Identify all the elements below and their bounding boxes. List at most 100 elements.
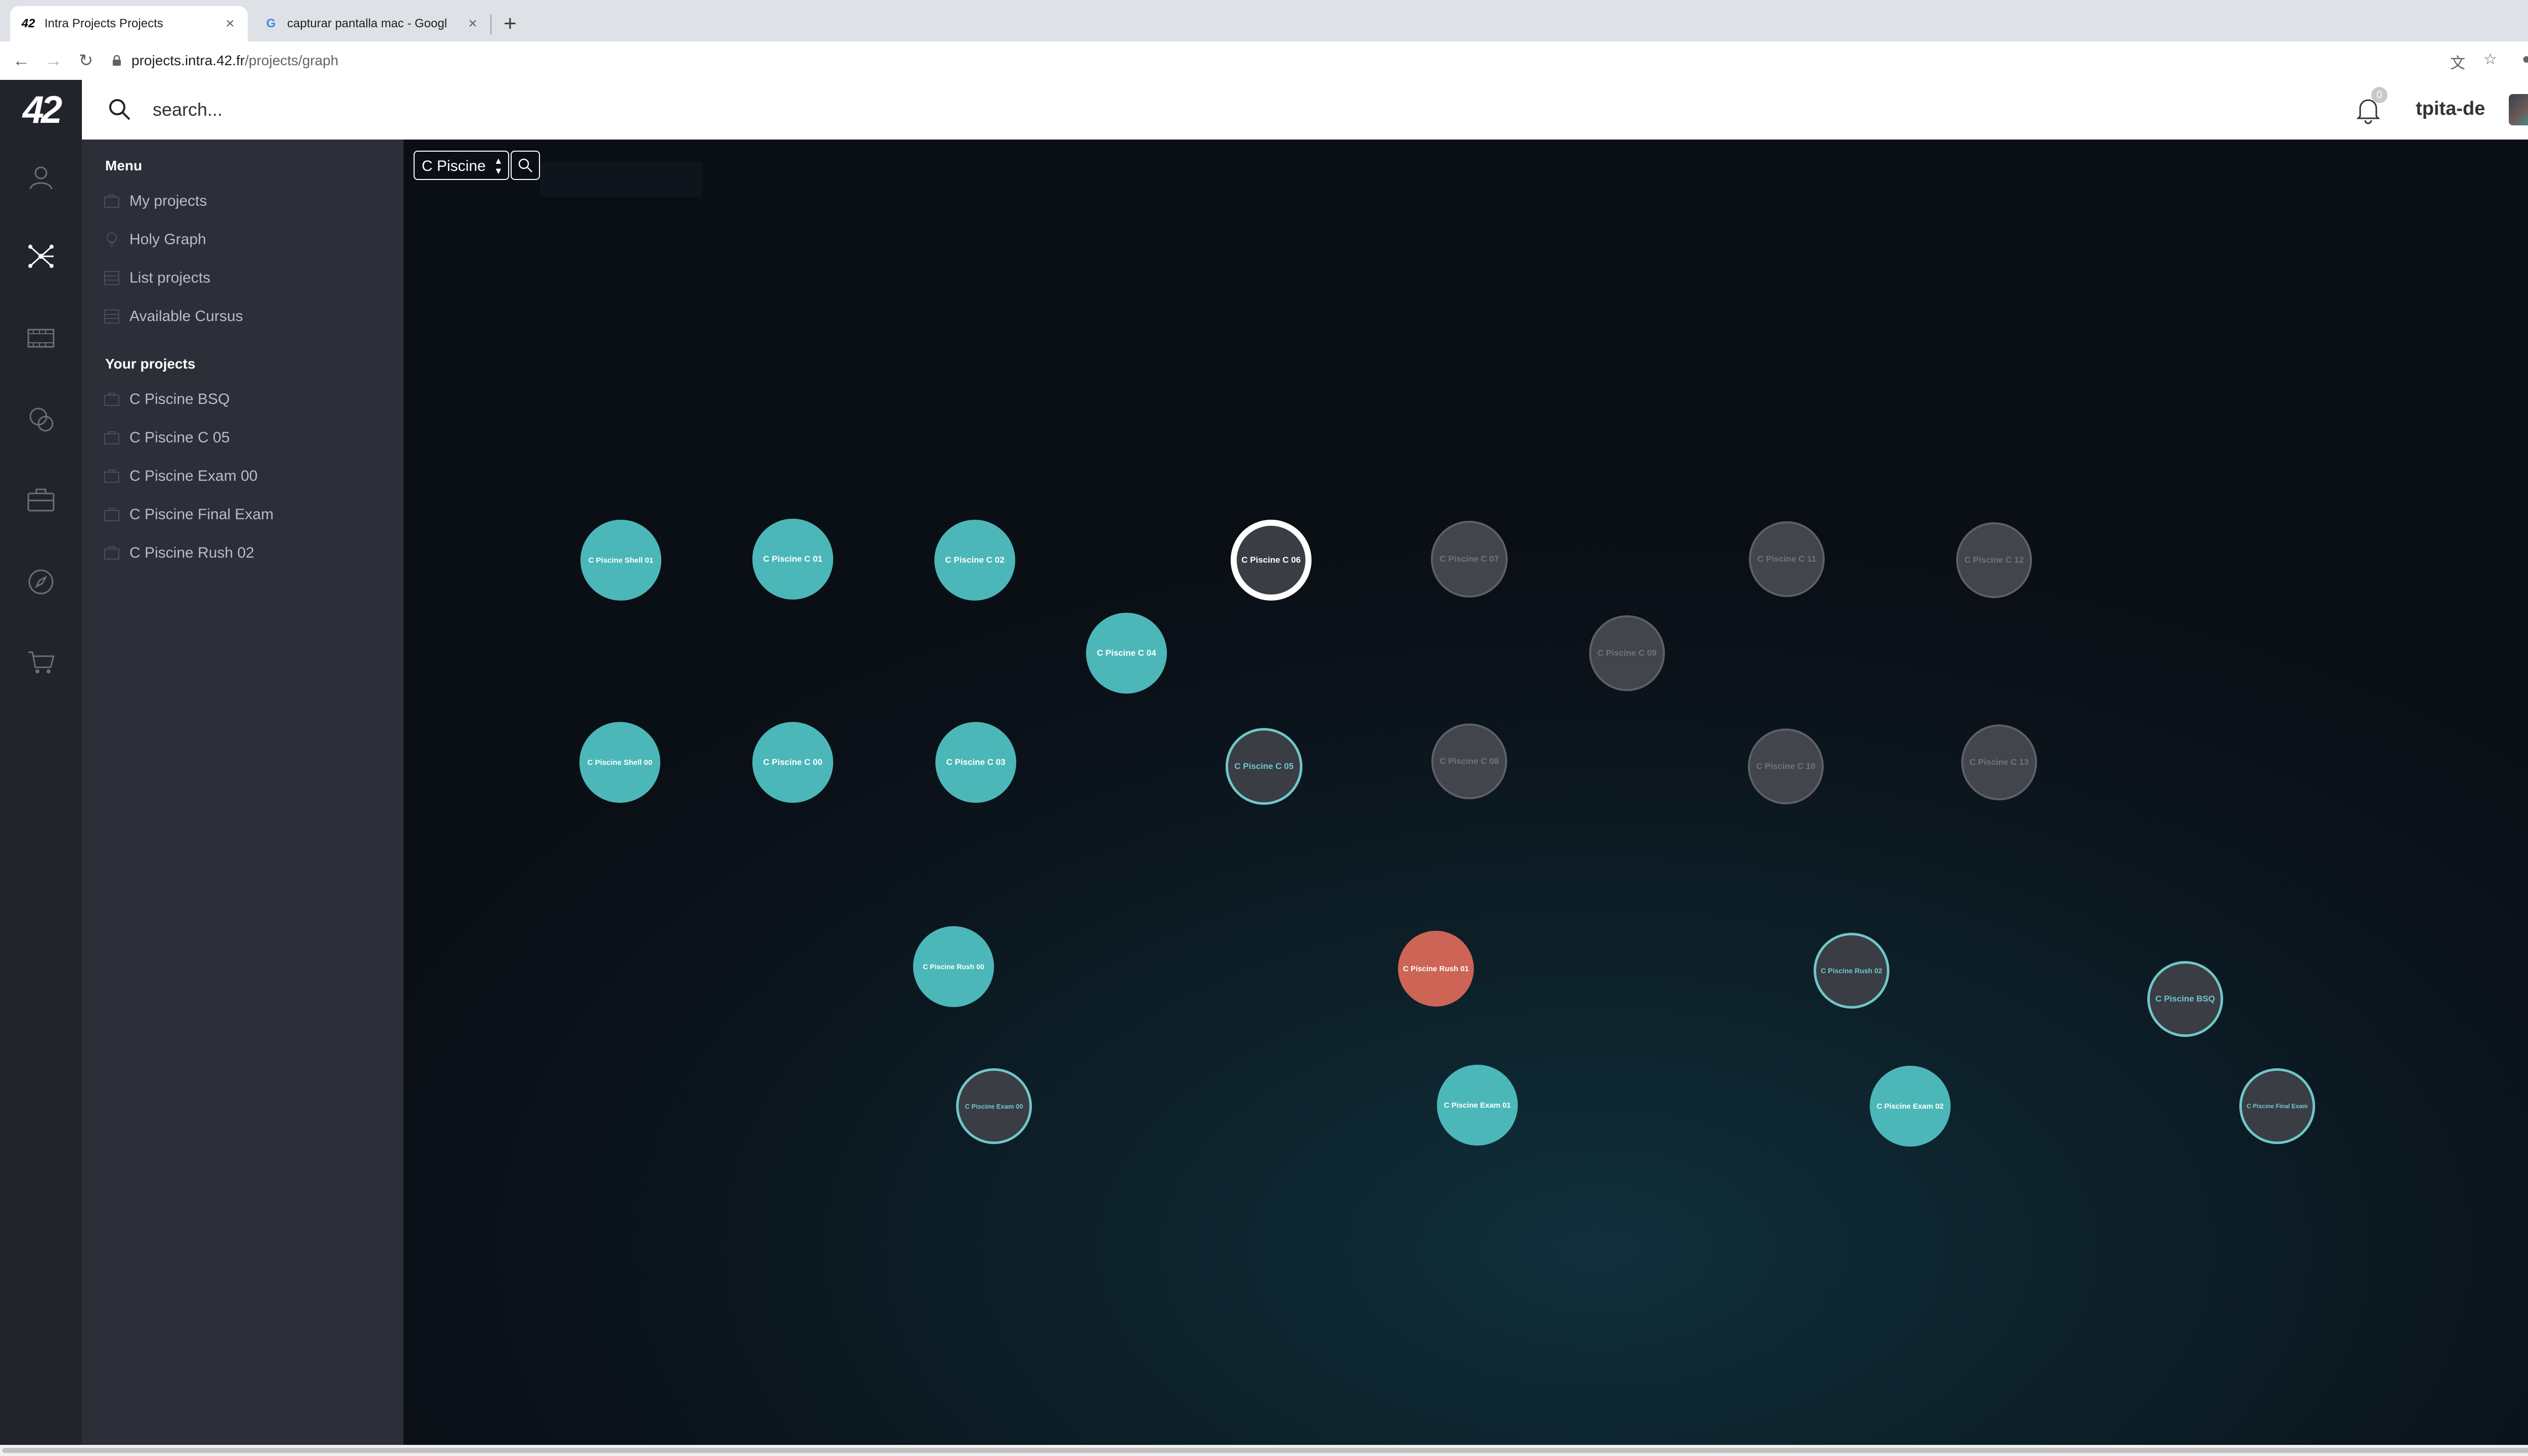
project-node-label: C Piscine C 03 <box>946 757 1006 767</box>
folder-icon <box>104 547 119 560</box>
project-node-label: C Piscine C 11 <box>1757 554 1817 564</box>
tab-google-search[interactable]: G capturar pantalla mac - Googl × <box>253 6 490 41</box>
horizontal-scrollbar[interactable] <box>0 1445 2528 1456</box>
tab-title: capturar pantalla mac - Googl <box>287 17 447 30</box>
tab-intra-projects[interactable]: 42 Intra Projects Projects × <box>10 6 248 41</box>
your-projects-heading: Your projects <box>105 356 196 372</box>
folder-icon <box>104 470 119 483</box>
notification-count-badge: 0 <box>2371 87 2387 103</box>
project-node-c-piscine-c-10[interactable]: C Piscine C 10 <box>1748 729 1824 804</box>
address-bar[interactable]: projects.intra.42.fr /projects/graph <box>111 47 2437 75</box>
project-item-rush-02[interactable]: C Piscine Rush 02 <box>103 541 254 565</box>
project-node-c-piscine-exam-00[interactable]: C Piscine Exam 00 <box>956 1068 1032 1144</box>
folder-icon <box>104 393 119 406</box>
back-button[interactable]: ← <box>10 50 32 72</box>
project-node-c-piscine-rush-01[interactable]: C Piscine Rush 01 <box>1398 931 1474 1007</box>
search-input[interactable] <box>152 95 862 124</box>
projects-side-menu: Menu My projects Holy Graph List project… <box>82 140 403 1445</box>
menu-item-available-cursus[interactable]: Available Cursus <box>103 304 243 329</box>
forward-button[interactable]: → <box>42 50 65 72</box>
graph-icon[interactable] <box>25 241 57 272</box>
project-item-label: C Piscine C 05 <box>129 429 230 446</box>
cursus-filter-select[interactable]: C Piscine ▲ ▼ <box>414 151 509 180</box>
project-node-c-piscine-c-01[interactable]: C Piscine C 01 <box>752 519 833 600</box>
project-node-c-piscine-c-11[interactable]: C Piscine C 11 <box>1749 521 1825 597</box>
scroll-thumb[interactable] <box>2 1448 2528 1453</box>
profile-icon[interactable]: ● <box>2522 51 2528 68</box>
folder-icon <box>104 508 119 521</box>
project-node-c-piscine-c-06[interactable]: C Piscine C 06 <box>1231 520 1312 601</box>
cursus-filter-value: C Piscine <box>422 158 486 174</box>
project-node-c-piscine-c-08[interactable]: C Piscine C 08 <box>1431 723 1507 799</box>
42-logo-icon: 42 <box>21 17 35 30</box>
briefcase-icon[interactable] <box>25 484 57 516</box>
project-node-label: C Piscine Exam 02 <box>1876 1102 1944 1111</box>
google-icon: G <box>266 17 276 30</box>
url-host: projects.intra.42.fr <box>131 53 245 68</box>
lock-icon <box>113 55 121 66</box>
menu-item-list-projects[interactable]: List projects <box>103 266 210 290</box>
project-node-label: C Piscine Rush 02 <box>1821 967 1882 975</box>
project-node-c-piscine-c-03[interactable]: C Piscine C 03 <box>935 722 1016 803</box>
holy-graph-canvas[interactable]: C Piscine ▲ ▼ C Piscine Shell 01 C Piscine… <box>403 140 2528 1445</box>
menu-item-label: List projects <box>129 269 211 286</box>
project-node-c-piscine-rush-02[interactable]: C Piscine Rush 02 <box>1814 933 1889 1009</box>
search-icon[interactable] <box>107 97 132 122</box>
new-tab-button[interactable]: + <box>504 11 517 36</box>
bulb-icon <box>107 233 117 246</box>
project-node-label: C Piscine C 08 <box>1439 756 1499 766</box>
project-node-c-piscine-c-09[interactable]: C Piscine C 09 <box>1589 615 1665 691</box>
project-item-final-exam[interactable]: C Piscine Final Exam <box>103 503 274 527</box>
project-node-label: C Piscine C 00 <box>763 757 823 767</box>
cart-icon[interactable] <box>25 646 57 677</box>
project-node-c-piscine-c-02[interactable]: C Piscine C 02 <box>934 520 1015 601</box>
avatar[interactable] <box>2509 94 2528 125</box>
project-item-label: C Piscine BSQ <box>129 391 230 407</box>
project-node-label: C Piscine C 01 <box>763 554 823 564</box>
reload-button[interactable]: ↻ <box>75 50 97 72</box>
translate-icon[interactable]: 文 <box>2450 51 2465 73</box>
profile-icon[interactable] <box>25 162 57 193</box>
project-node-label: C Piscine BSQ <box>2155 994 2216 1004</box>
project-node-c-piscine-shell-00[interactable]: C Piscine Shell 00 <box>579 722 660 803</box>
close-tab-icon[interactable]: × <box>465 15 480 32</box>
project-item-label: C Piscine Exam 00 <box>129 468 258 484</box>
folder-icon <box>104 195 119 208</box>
video-icon[interactable] <box>25 323 57 354</box>
project-node-c-piscine-shell-01[interactable]: C Piscine Shell 01 <box>580 520 661 601</box>
project-node-c-piscine-c-07[interactable]: C Piscine C 07 <box>1431 521 1508 598</box>
project-node-c-piscine-rush-00[interactable]: C Piscine Rush 00 <box>913 926 994 1007</box>
project-item-exam-00[interactable]: C Piscine Exam 00 <box>103 464 257 488</box>
project-node-c-piscine-bsq[interactable]: C Piscine BSQ <box>2147 961 2223 1037</box>
filter-search-button[interactable] <box>511 151 540 180</box>
project-node-label: C Piscine Shell 01 <box>588 556 654 565</box>
project-node-c-piscine-final-exam[interactable]: C Piscine Final Exam <box>2239 1068 2315 1144</box>
project-node-c-piscine-c-00[interactable]: C Piscine C 00 <box>752 722 833 803</box>
menu-item-holy-graph[interactable]: Holy Graph <box>103 228 206 252</box>
project-node-c-piscine-exam-02[interactable]: C Piscine Exam 02 <box>1870 1066 1951 1147</box>
url-path: /projects/graph <box>245 53 339 68</box>
browser-toolbar: ← → ↻ projects.intra.42.fr /projects/gra… <box>0 41 2528 81</box>
username[interactable]: tpita-de <box>2416 98 2485 120</box>
42-logo[interactable]: 42 <box>14 90 68 130</box>
project-node-c-piscine-c-04[interactable]: C Piscine C 04 <box>1086 613 1167 694</box>
project-item-label: C Piscine Final Exam <box>129 506 274 523</box>
menu-item-my-projects[interactable]: My projects <box>103 189 207 213</box>
compass-icon[interactable] <box>25 566 57 598</box>
intra-app: 42 0 tpita-de <box>0 80 2528 1445</box>
project-node-c-piscine-c-13[interactable]: C Piscine C 13 <box>1961 724 2037 800</box>
top-bar: 0 tpita-de <box>82 80 2528 140</box>
chat-icon[interactable] <box>25 403 57 435</box>
project-node-c-piscine-c-12[interactable]: C Piscine C 12 <box>1956 522 2032 598</box>
project-node-c-piscine-c-05[interactable]: C Piscine C 05 <box>1226 728 1302 805</box>
project-node-label: C Piscine C 05 <box>1234 761 1294 771</box>
project-item-c05[interactable]: C Piscine C 05 <box>103 426 230 450</box>
project-item-bsq[interactable]: C Piscine BSQ <box>103 387 230 412</box>
tab-title: Intra Projects Projects <box>44 17 163 30</box>
browser-tab-bar: 42 Intra Projects Projects × G capturar … <box>0 0 2528 41</box>
close-tab-icon[interactable]: × <box>222 15 238 32</box>
menu-item-label: Available Cursus <box>129 308 243 325</box>
icon-rail: 42 <box>0 80 82 1445</box>
bookmark-star-icon[interactable]: ☆ <box>2484 51 2497 68</box>
project-node-c-piscine-exam-01[interactable]: C Piscine Exam 01 <box>1437 1065 1518 1146</box>
